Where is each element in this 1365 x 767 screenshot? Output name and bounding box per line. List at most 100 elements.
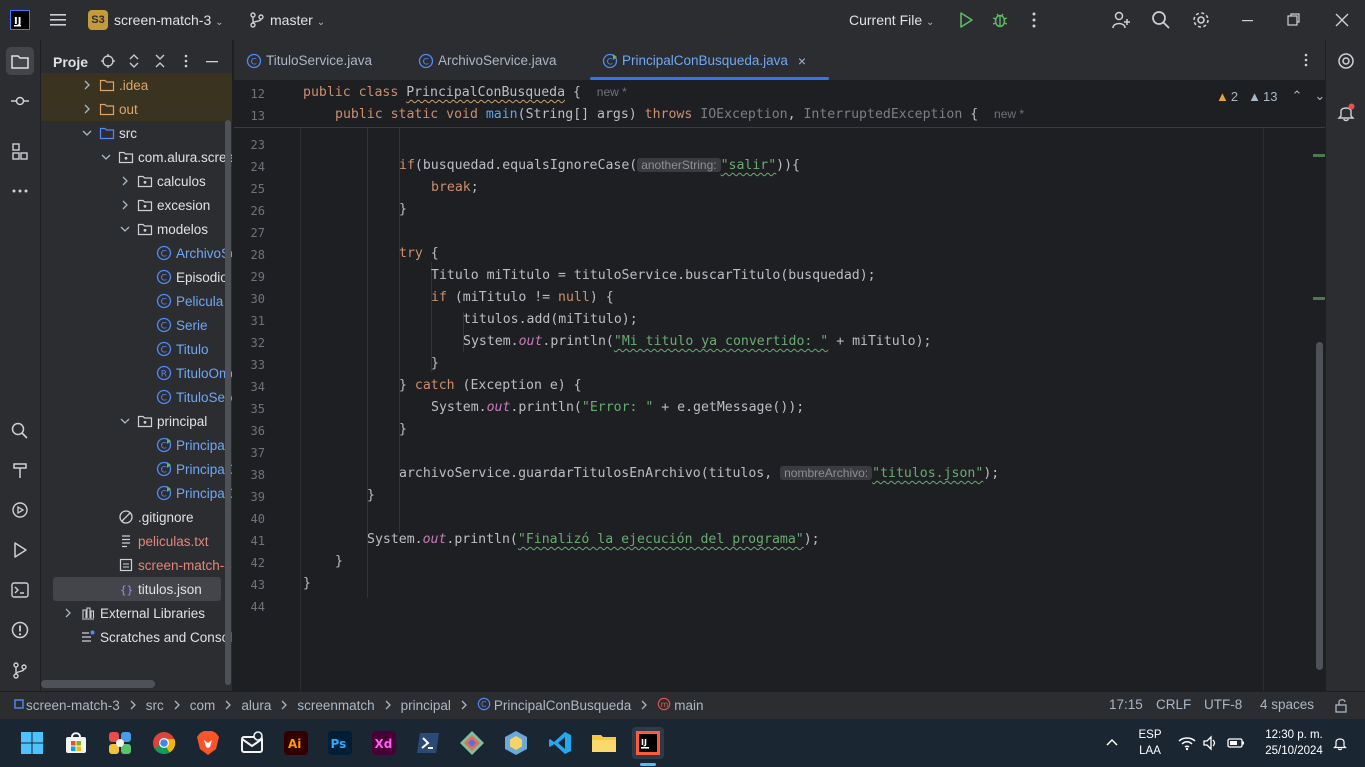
tree-item-excesion[interactable]: excesion [41, 193, 232, 217]
minimize-icon[interactable] [1240, 11, 1256, 29]
find-search-icon[interactable] [6, 416, 34, 444]
tab-tituloservice[interactable]: C TituloService.java [246, 40, 372, 81]
vscode-icon[interactable] [544, 727, 576, 759]
code-editor[interactable]: 23 24 25 26 27 28 29 30 31 32 33 34 35 36 37 38 39 40 41 42… [234, 82, 1325, 691]
editor-vertical-scrollbar[interactable] [1316, 342, 1323, 670]
run-icon[interactable] [957, 11, 975, 29]
tree-item-tituloomdb[interactable]: RTituloOmdb [41, 361, 232, 385]
tree-item-pelicula[interactable]: C Pelicula [41, 289, 232, 313]
commit-icon[interactable] [6, 87, 34, 115]
project-panel-title[interactable]: Proje [53, 54, 88, 70]
breadcrumb-item[interactable]: principal [401, 698, 451, 713]
breadcrumb-item[interactable]: main [674, 698, 703, 713]
more-actions-icon[interactable] [1026, 11, 1042, 29]
tree-item-peliculas-txt[interactable]: peliculas.txt [41, 529, 232, 553]
photoshop-icon[interactable]: Ps [324, 727, 356, 759]
structure-icon[interactable] [6, 137, 34, 165]
clock[interactable]: 12:30 p. m. 25/10/2024 [1256, 727, 1332, 759]
collapse-all-icon[interactable] [152, 53, 168, 72]
chevron-right-icon[interactable] [80, 78, 94, 92]
chevron-right-icon[interactable] [118, 198, 132, 212]
adobe-xd-icon[interactable]: Xd [368, 727, 400, 759]
virtualbox-icon[interactable] [500, 727, 532, 759]
git-icon[interactable] [6, 656, 34, 684]
intellij-taskbar-icon[interactable]: IJ [632, 727, 664, 759]
more-tools-icon[interactable] [6, 177, 34, 205]
select-opened-file-icon[interactable] [100, 53, 116, 72]
tree-vertical-scrollbar[interactable] [225, 120, 231, 685]
tree-item-titulo[interactable]: C Titulo [41, 337, 232, 361]
tab-close-icon[interactable]: × [798, 53, 806, 69]
build-hammer-icon[interactable] [6, 456, 34, 484]
run-tool-icon[interactable] [6, 536, 34, 564]
tree-item-tituloservic[interactable]: CTituloServic [41, 385, 232, 409]
notifications-bell-icon[interactable] [1332, 98, 1360, 126]
chevron-down-icon[interactable] [118, 222, 132, 236]
services-icon[interactable] [6, 496, 34, 524]
add-user-icon[interactable] [1111, 10, 1131, 30]
close-icon[interactable] [1333, 11, 1351, 29]
caret-position[interactable]: 17:15 [1109, 697, 1143, 712]
brave-browser-icon[interactable] [192, 727, 224, 759]
powershell-icon[interactable] [412, 727, 444, 759]
microsoft-store-icon[interactable] [60, 727, 92, 759]
intellij-logo-icon[interactable]: IJ [10, 10, 30, 30]
indent-setting[interactable]: 4 spaces [1260, 697, 1314, 712]
git-extensions-icon[interactable] [456, 727, 488, 759]
breadcrumb-item[interactable]: screen-match-3 [26, 698, 120, 713]
search-icon[interactable] [1151, 10, 1171, 30]
tree-horizontal-scrollbar[interactable] [41, 680, 155, 688]
tree-item-episodio[interactable]: C Episodio [41, 265, 232, 289]
tree-item-out[interactable]: out [41, 97, 232, 121]
show-hidden-icons-chevron-icon[interactable] [1104, 735, 1120, 754]
chevron-right-icon[interactable] [80, 102, 94, 116]
prev-highlight-icon[interactable]: ⌃ [1291, 88, 1302, 104]
windows-start-icon[interactable] [16, 727, 48, 759]
chrome-icon[interactable] [148, 727, 180, 759]
notification-center-bell-icon[interactable] [1332, 735, 1348, 754]
input-language[interactable]: ESP LAA [1136, 727, 1164, 759]
tree-item-principalco[interactable]: CPrincipalCo [41, 481, 232, 505]
tab-archivoservice[interactable]: C ArchivoService.java [418, 40, 557, 81]
branch-dropdown[interactable]: master ⌄ [270, 12, 325, 28]
lock-icon[interactable] [1334, 698, 1350, 717]
tree-item-principalco[interactable]: CPrincipalCo [41, 457, 232, 481]
expand-all-icon[interactable] [126, 53, 142, 72]
tree-item-src[interactable]: src [41, 121, 232, 145]
ai-assistant-icon[interactable] [1332, 47, 1360, 75]
problems-icon[interactable] [6, 616, 34, 644]
illustrator-icon[interactable]: Ai [280, 727, 312, 759]
tree-item-titulos-json[interactable]: {} titulos.json [53, 577, 221, 601]
settings-gear-icon[interactable] [1191, 10, 1211, 30]
breadcrumb-item[interactable]: PrincipalConBusqueda [494, 698, 631, 713]
tree-item-calculos[interactable]: calculos [41, 169, 232, 193]
hide-panel-icon[interactable] [204, 53, 220, 72]
options-icon[interactable] [178, 53, 194, 72]
chevron-right-icon[interactable] [61, 606, 75, 620]
breadcrumb-item[interactable]: com [190, 698, 216, 713]
tree-item-serie[interactable]: C Serie [41, 313, 232, 337]
breadcrumb-item[interactable]: src [146, 698, 164, 713]
sticky-line-12[interactable]: public class PrincipalConBusqueda { new … [303, 85, 627, 100]
line-separator[interactable]: CRLF [1156, 697, 1191, 712]
tree-item-com-alura-screen[interactable]: com.alura.screen [41, 145, 232, 169]
terminal-icon[interactable] [6, 576, 34, 604]
inspection-widget[interactable]: ▲ 2 ▲ 13 ⌃ ⌄ [1216, 88, 1325, 104]
chevron-down-icon[interactable] [80, 126, 94, 140]
mail-app-icon[interactable] [236, 727, 268, 759]
file-explorer-icon[interactable] [588, 727, 620, 759]
project-tool-folder-icon[interactable] [6, 47, 34, 75]
sticky-line-13[interactable]: public static void main(String[] args) t… [335, 107, 1024, 122]
tree-item-archivoser[interactable]: CArchivoSer [41, 241, 232, 265]
breadcrumb-item[interactable]: alura [241, 698, 271, 713]
project-name-dropdown[interactable]: screen-match-3 ⌄ [114, 12, 224, 28]
tree-item-gitignore[interactable]: .gitignore [41, 505, 232, 529]
tree-item-scratches-and-console[interactable]: Scratches and Console [41, 625, 232, 649]
debug-icon[interactable] [990, 10, 1010, 30]
tree-item-principal[interactable]: C Principal [41, 433, 232, 457]
file-encoding[interactable]: UTF-8 [1204, 697, 1242, 712]
restore-icon[interactable] [1286, 11, 1302, 29]
tree-item-screen-match-3-iml[interactable]: screen-match-3.iml [41, 553, 232, 577]
next-highlight-icon[interactable]: ⌄ [1314, 88, 1325, 104]
tree-item-principal[interactable]: principal [41, 409, 232, 433]
